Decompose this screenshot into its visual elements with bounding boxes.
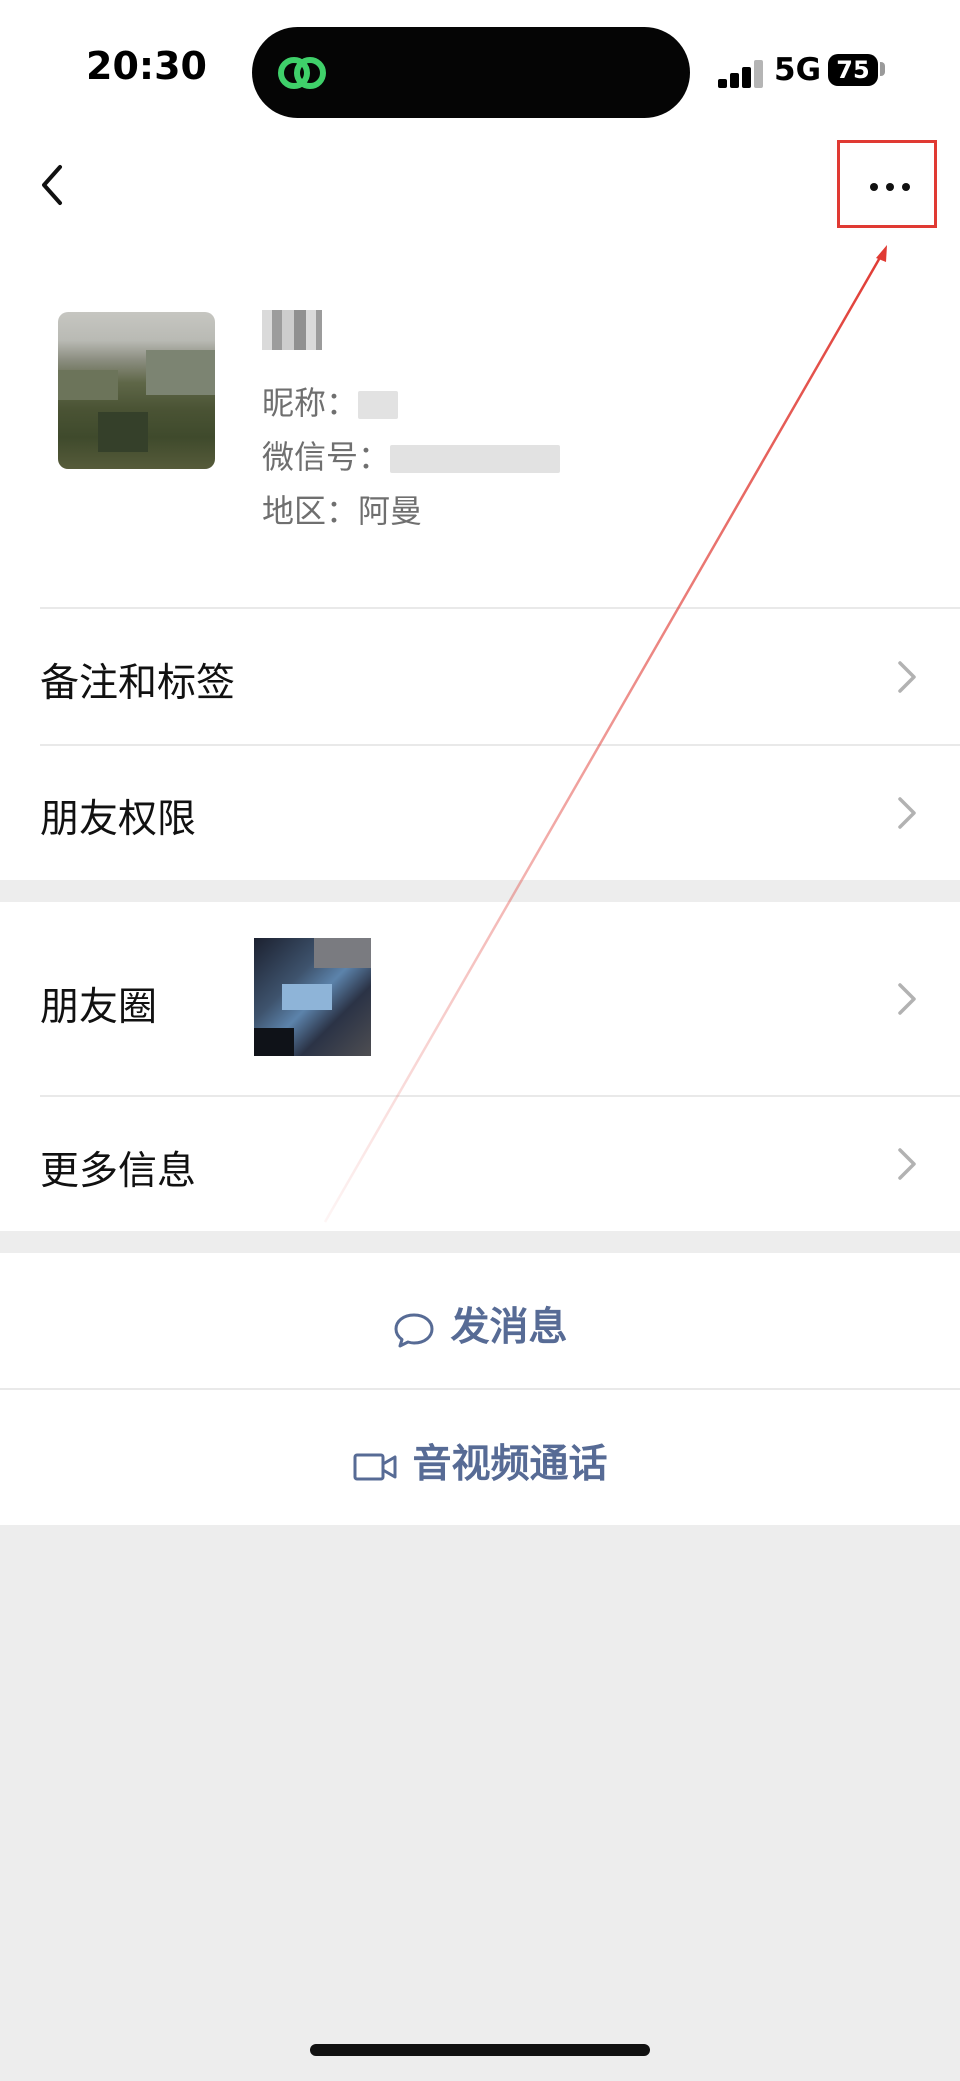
more-options-button[interactable]: [837, 140, 937, 228]
status-time: 20:30: [86, 44, 207, 88]
chevron-right-icon: [898, 1148, 916, 1180]
network-type: 5G: [774, 52, 822, 88]
moments-thumbnail[interactable]: [254, 938, 371, 1056]
signal-icon: [718, 60, 764, 88]
wechat-id-redacted: [390, 445, 561, 473]
divider: [0, 1388, 960, 1390]
send-message-label: 发消息: [450, 1305, 568, 1350]
nickname-row: 昵称：: [262, 378, 399, 424]
more-info-label: 更多信息: [40, 1149, 197, 1194]
battery-icon: 75: [828, 54, 878, 86]
dynamic-island: [252, 27, 690, 118]
home-indicator: [310, 2044, 650, 2056]
avatar[interactable]: [58, 312, 215, 469]
video-call-button[interactable]: 音视频通话: [0, 1433, 960, 1489]
remark-tags-label: 备注和标签: [40, 661, 236, 706]
video-camera-icon: [353, 1453, 397, 1480]
profile-name-redacted: [262, 310, 322, 350]
region-row: 地区：阿曼: [262, 486, 422, 532]
region-value: 阿曼: [358, 492, 423, 530]
divider: [40, 744, 960, 746]
chevron-left-icon: [42, 165, 62, 205]
battery-cap: [880, 62, 885, 76]
region-label: 地区：: [262, 492, 359, 530]
back-button[interactable]: [32, 155, 82, 215]
chevron-right-icon: [898, 983, 916, 1015]
chevron-right-icon: [898, 797, 916, 829]
nickname-redacted: [358, 391, 399, 419]
moments-label: 朋友圈: [40, 985, 158, 1030]
nickname-label: 昵称：: [262, 384, 359, 422]
send-message-button[interactable]: 发消息: [0, 1296, 960, 1352]
divider: [40, 1095, 960, 1097]
friend-permissions-label: 朋友权限: [40, 797, 197, 842]
chat-bubble-icon: [394, 1313, 434, 1347]
divider: [40, 607, 960, 609]
video-call-label: 音视频通话: [412, 1442, 608, 1487]
wechat-id-label: 微信号：: [262, 438, 391, 476]
wechat-id-row: 微信号：: [262, 432, 561, 478]
chevron-right-icon: [898, 661, 916, 693]
link-icon: [278, 57, 326, 89]
